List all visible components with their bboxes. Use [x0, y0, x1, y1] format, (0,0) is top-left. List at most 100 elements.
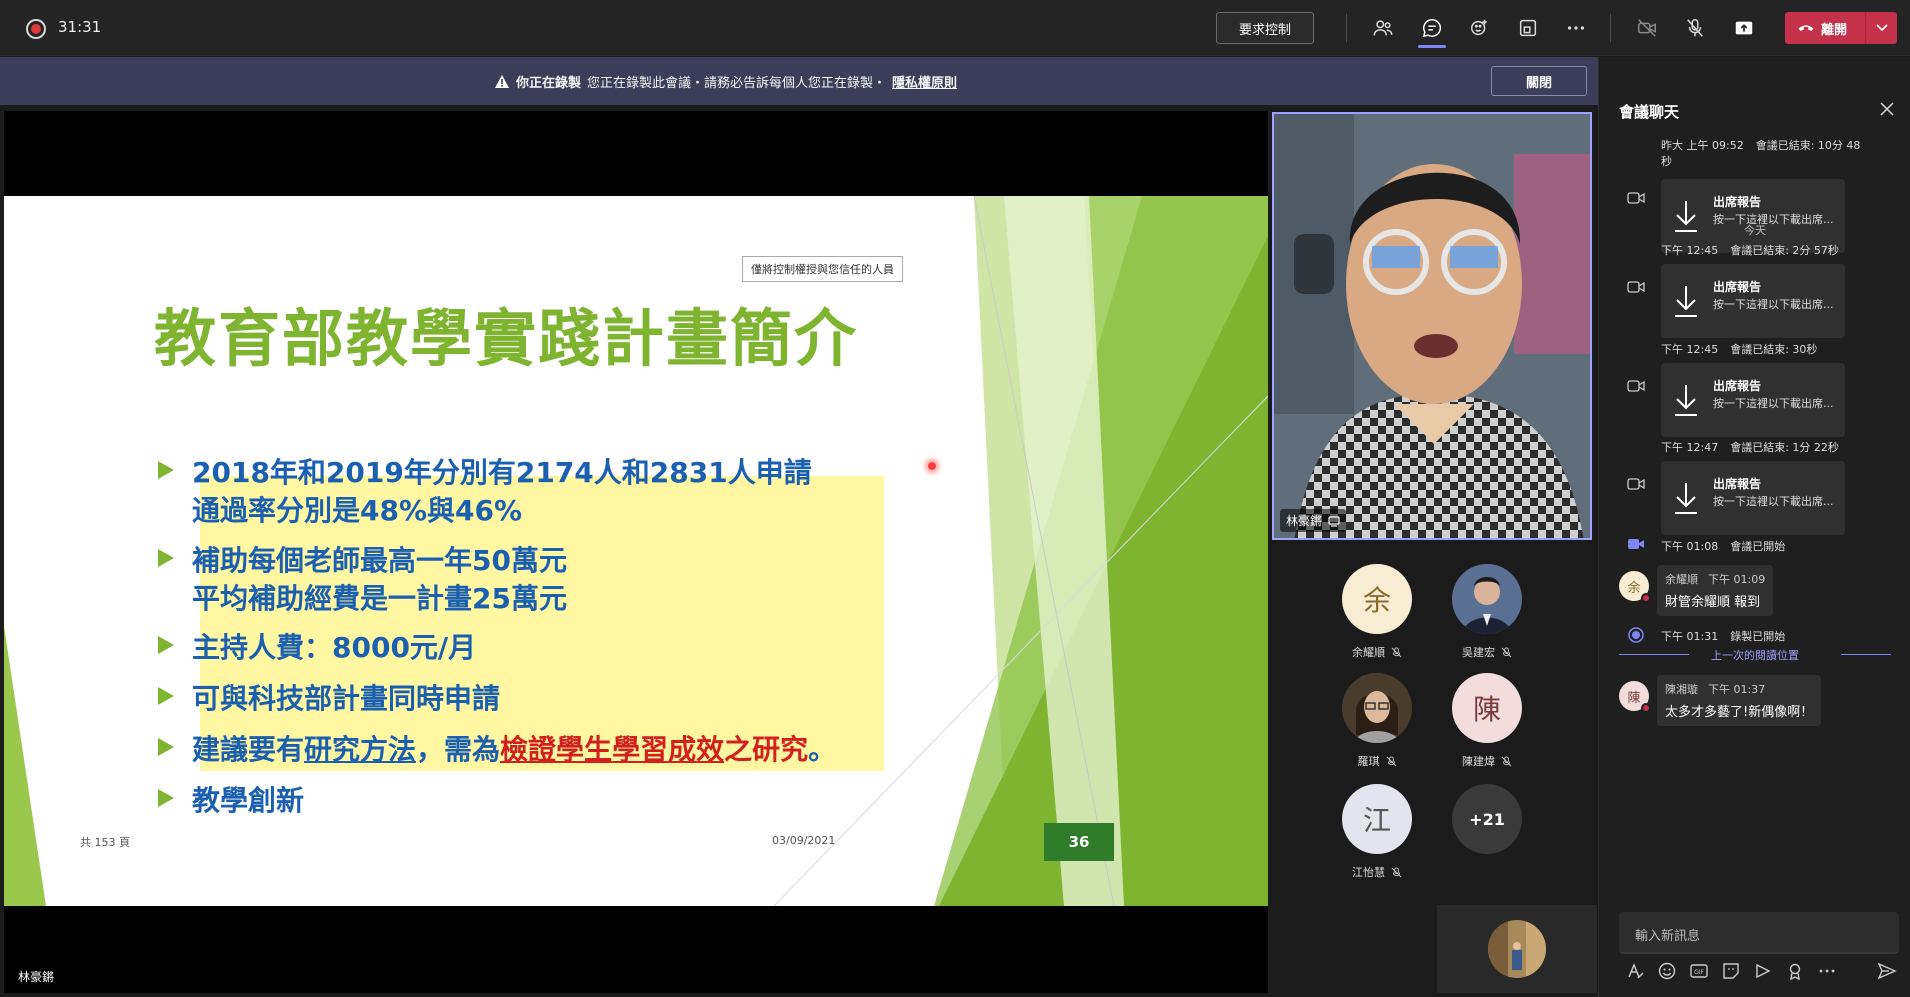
day-separator: 今天 — [1744, 224, 1766, 237]
recording-banner: 你正在錄製 您正在錄製此會議・請務必告訴每個人您正在錄製・ 隱私權原則 關閉 — [0, 57, 1598, 105]
download-icon — [1675, 385, 1697, 416]
bullet-item: 可與科技部計畫同時申請 — [158, 680, 500, 718]
more-participants-count: +21 — [1452, 784, 1522, 854]
meeting-ended-event: 下午 12:45 會議已結束: 30秒 — [1661, 343, 1818, 356]
self-video-tile[interactable] — [1437, 905, 1597, 993]
toolbar-divider — [1610, 14, 1611, 42]
participant-tile[interactable]: 余 余耀順 — [1322, 564, 1432, 660]
bullet-part: 建議要有 — [192, 733, 305, 766]
attendance-report-card[interactable]: 出席報告 按一下這裡以下載出席... — [1661, 264, 1845, 338]
participant-overflow-tile[interactable]: +21 — [1432, 784, 1542, 854]
bullet-line: 通過率分別是48%與46% — [192, 494, 523, 527]
card-subtitle: 按一下這裡以下載出席... — [1713, 397, 1834, 410]
bullet-item: 教學創新 — [158, 782, 304, 820]
share-indicator-icon — [1328, 515, 1340, 527]
send-icon[interactable] — [1877, 961, 1897, 981]
banner-message: 您正在錄製此會議・請務必告訴每個人您正在錄製・ — [587, 76, 887, 91]
format-icon[interactable] — [1625, 961, 1645, 981]
bullet-item: 2018年和2019年分別有2174人和2831人申請 通過率分別是48%與46… — [158, 454, 812, 530]
participant-name: 江怡慧 — [1352, 866, 1385, 879]
people-icon[interactable] — [1370, 15, 1396, 41]
bullet-triangle-icon — [158, 461, 174, 479]
mic-off-icon — [1391, 646, 1402, 657]
last-read-marker: 上一次的閱讀位置 — [1619, 647, 1891, 662]
avatar-photo — [1452, 564, 1522, 634]
recording-started-event: 下午 01:31 錄製已開始 — [1661, 630, 1786, 643]
chat-title: 會議聊天 — [1619, 103, 1680, 121]
attendance-report-card[interactable]: 出席報告 按一下這裡以下載出席... — [1661, 363, 1845, 437]
share-screen-icon[interactable] — [1731, 15, 1757, 41]
card-subtitle: 按一下這裡以下載出席... — [1713, 298, 1834, 311]
meeting-camera-icon — [1627, 281, 1645, 293]
mic-off-icon[interactable] — [1682, 15, 1708, 41]
card-title: 出席報告 — [1713, 477, 1762, 491]
message-author: 余耀順 — [1665, 573, 1698, 586]
close-icon[interactable] — [1877, 99, 1897, 119]
meeting-ended-event: 下午 12:45 會議已結束: 2分 57秒 — [1661, 244, 1839, 257]
avatar-photo — [1342, 673, 1412, 743]
privacy-link[interactable]: 隱私權原則 — [892, 72, 957, 91]
sticker-icon[interactable] — [1721, 961, 1741, 981]
attendance-report-card[interactable]: 出席報告 按一下這裡以下載出席... — [1661, 461, 1845, 535]
more-options-icon[interactable] — [1563, 15, 1589, 41]
gif-icon[interactable]: GIF — [1689, 961, 1709, 981]
download-icon — [1675, 286, 1697, 317]
chat-icon[interactable] — [1419, 15, 1445, 41]
card-title: 出席報告 — [1713, 195, 1762, 209]
participant-tile[interactable]: 江 江怡慧 — [1322, 784, 1432, 880]
message-placeholder: 輸入新訊息 — [1635, 929, 1701, 944]
toolbar-divider — [1346, 14, 1347, 42]
mic-off-icon — [1501, 646, 1512, 657]
bullet-line: 教學創新 — [192, 784, 305, 817]
recording-icon — [26, 19, 46, 39]
meet-now-icon[interactable] — [1753, 961, 1773, 981]
speaker-video-tile[interactable]: 林豪鏘 — [1272, 112, 1592, 540]
chat-message[interactable]: 余耀順 下午 01:09 財管余耀順 報到 — [1657, 565, 1774, 616]
slide-page-count: 共 153 頁 — [80, 836, 130, 849]
bullet-part: 。 — [808, 733, 837, 766]
card-title: 出席報告 — [1713, 379, 1762, 393]
slide-date: 03/09/2021 — [772, 834, 836, 847]
presentation-slide: 僅將控制權授與您信任的人員 教育部教學實踐計畫簡介 2018年和2019年分別有… — [4, 196, 1268, 906]
banner-text: 你正在錄製 您正在錄製此會議・請務必告訴每個人您正在錄製・ 隱私權原則 — [494, 72, 957, 91]
bullet-triangle-icon — [158, 738, 174, 756]
mic-off-icon — [1501, 755, 1512, 766]
leave-main[interactable]: 離開 — [1785, 12, 1865, 44]
bullet-part: 學習 — [612, 733, 669, 766]
presenter-name: 林豪鏘 — [18, 970, 55, 984]
chat-message[interactable]: 陳湘璇 下午 01:37 太多才多藝了!新偶像啊！ — [1657, 675, 1822, 726]
warning-icon — [495, 75, 509, 88]
bullet-part: 之研究 — [724, 733, 809, 766]
participant-tile[interactable]: 吳建宏 — [1432, 564, 1542, 660]
meeting-camera-icon — [1627, 380, 1645, 392]
message-time: 下午 01:37 — [1708, 683, 1766, 696]
close-banner-button[interactable]: 關閉 — [1491, 66, 1587, 96]
meeting-chat-panel: 會議聊天 昨大 上午 09:52 會議已結束: 10分 48 秒 出席報告 按一下這… — [1598, 57, 1910, 997]
participant-tile[interactable]: 陳 陳建煒 — [1432, 673, 1542, 769]
request-control-button[interactable]: 要求控制 — [1216, 12, 1314, 44]
emoji-icon[interactable] — [1657, 961, 1677, 981]
avatar: 余 — [1619, 571, 1651, 603]
leave-button[interactable]: 離開 — [1785, 12, 1897, 44]
bullet-triangle-icon — [158, 789, 174, 807]
camera-off-icon[interactable] — [1634, 15, 1660, 41]
participant-name: 陳建煒 — [1462, 755, 1495, 768]
bullet-triangle-icon — [158, 549, 174, 567]
rooms-icon[interactable] — [1515, 15, 1541, 41]
participant-tile[interactable]: 羅琪 — [1322, 673, 1432, 769]
bullet-part: ，需為 — [416, 733, 501, 766]
message-input[interactable]: 輸入新訊息 — [1619, 912, 1899, 954]
more-options-icon[interactable] — [1817, 961, 1837, 981]
praise-icon[interactable] — [1785, 961, 1805, 981]
status-badge — [1641, 703, 1651, 713]
compose-toolbar: GIF — [1619, 961, 1899, 983]
bullet-item: 主持人費：8000元/月 — [158, 629, 476, 667]
chevron-down-icon[interactable] — [1866, 12, 1897, 44]
avatar-photo — [1488, 920, 1546, 978]
bullet-line: 補助每個老師最高一年50萬元 — [192, 544, 567, 577]
message-time: 下午 01:09 — [1708, 573, 1766, 586]
svg-text:GIF: GIF — [1694, 969, 1704, 976]
bullet-part: 檢證學生 — [500, 733, 613, 766]
reactions-icon[interactable] — [1467, 15, 1493, 41]
speaker-name-tag: 林豪鏘 — [1280, 509, 1347, 532]
